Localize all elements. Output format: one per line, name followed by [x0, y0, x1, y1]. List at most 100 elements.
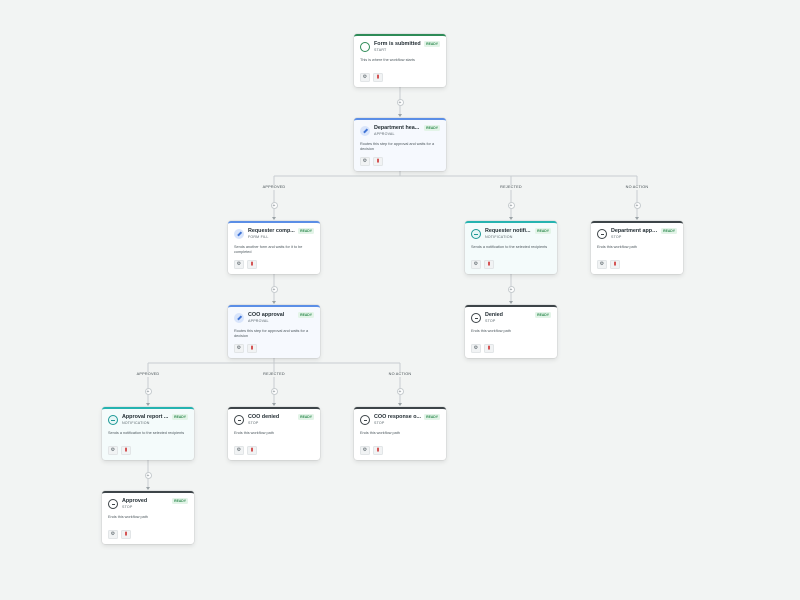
gear-icon[interactable]: ⚙ [360, 157, 370, 166]
step-header: COO approval APPROVAL READY [234, 312, 314, 326]
step-type: APPROVAL [248, 318, 269, 323]
step-type: STOP [485, 318, 496, 323]
step-header: Department hea... APPROVAL READY [360, 125, 440, 139]
bell-icon [471, 229, 481, 239]
workflow-step-card[interactable]: Form is submitted START READY This is wh… [354, 34, 446, 87]
gear-icon[interactable]: ⚙ [108, 446, 118, 455]
add-step-button[interactable]: + [270, 285, 278, 293]
trash-icon[interactable]: ▮ [121, 446, 131, 455]
arrow-down-icon [635, 217, 639, 220]
workflow-step-card[interactable]: Denied STOP READY Ends this workflow pat… [465, 305, 557, 358]
step-type: FORM FILL [248, 234, 269, 239]
stop-circle-icon [597, 229, 607, 239]
trash-icon[interactable]: ▮ [121, 530, 131, 539]
step-titles: Denied STOP [485, 312, 532, 323]
workflow-step-card[interactable]: COO denied STOP READY Ends this workflow… [228, 407, 320, 460]
step-title: Department appr... [611, 228, 659, 234]
step-description: Ends this workflow path [597, 245, 637, 249]
stop-circle-icon [360, 415, 370, 425]
circle-outline-icon [360, 42, 370, 52]
status-badge: READY [535, 228, 551, 234]
step-description: Ends this workflow path [360, 431, 400, 435]
trash-icon[interactable]: ▮ [247, 446, 257, 455]
step-actions: ⚙ ▮ [471, 260, 494, 269]
trash-icon[interactable]: ▮ [247, 260, 257, 269]
add-step-button[interactable]: + [507, 201, 515, 209]
step-description: Ends this workflow path [108, 515, 148, 519]
step-title: COO response o... [374, 414, 422, 420]
add-step-button[interactable]: + [144, 387, 152, 395]
arrow-down-icon [398, 114, 402, 117]
workflow-step-card[interactable]: Approved STOP READY Ends this workflow p… [102, 491, 194, 544]
add-step-button[interactable]: + [270, 201, 278, 209]
step-header: COO denied STOP READY [234, 414, 314, 428]
status-badge: READY [298, 228, 314, 234]
gear-icon[interactable]: ⚙ [471, 260, 481, 269]
workflow-step-card[interactable]: COO approval APPROVAL READY Routes this … [228, 305, 320, 358]
trash-icon[interactable]: ▮ [373, 73, 383, 82]
gear-icon[interactable]: ⚙ [234, 446, 244, 455]
status-badge: READY [298, 414, 314, 420]
step-titles: Requester comp... FORM FILL [248, 228, 295, 239]
step-type: START [374, 47, 387, 52]
step-actions: ⚙ ▮ [234, 344, 257, 353]
trash-icon[interactable]: ▮ [373, 446, 383, 455]
trash-icon[interactable]: ▮ [610, 260, 620, 269]
step-actions: ⚙ ▮ [234, 446, 257, 455]
step-actions: ⚙ ▮ [471, 344, 494, 353]
pencil-icon [234, 229, 244, 239]
stop-circle-icon [471, 313, 481, 323]
trash-icon[interactable]: ▮ [484, 344, 494, 353]
status-badge: READY [172, 498, 188, 504]
workflow-canvas[interactable]: APPROVED REJECTED NO ACTION APPROVED REJECTE… [0, 0, 800, 600]
step-titles: Department appr... STOP [611, 228, 658, 239]
gear-icon[interactable]: ⚙ [597, 260, 607, 269]
add-step-button[interactable]: + [507, 285, 515, 293]
trash-icon[interactable]: ▮ [247, 344, 257, 353]
step-type: NOTIFICATION [122, 420, 150, 425]
add-step-button[interactable]: + [396, 98, 404, 106]
step-type: NOTIFICATION [485, 234, 513, 239]
status-badge: READY [535, 312, 551, 318]
workflow-step-card[interactable]: Approval report ... NOTIFICATION READY S… [102, 407, 194, 460]
workflow-step-card[interactable]: Department hea... APPROVAL READY Routes … [354, 118, 446, 171]
step-description: Sends a notification to the selected rec… [108, 431, 185, 435]
bell-icon [108, 415, 118, 425]
trash-icon[interactable]: ▮ [373, 157, 383, 166]
add-step-button[interactable]: + [396, 387, 404, 395]
step-header: Form is submitted START READY [360, 41, 440, 55]
arrow-down-icon [272, 217, 276, 220]
arrow-down-icon [398, 403, 402, 406]
add-step-button[interactable]: + [270, 387, 278, 395]
step-header: Department appr... STOP READY [597, 228, 677, 242]
stop-circle-icon [108, 499, 118, 509]
add-step-button[interactable]: + [144, 471, 152, 479]
step-actions: ⚙ ▮ [108, 446, 131, 455]
gear-icon[interactable]: ⚙ [360, 73, 370, 82]
step-description: Sends another form and waits for it to b… [234, 245, 303, 255]
workflow-step-card[interactable]: Requester comp... FORM FILL READY Sends … [228, 221, 320, 274]
trash-icon[interactable]: ▮ [484, 260, 494, 269]
workflow-step-card[interactable]: Department appr... STOP READY Ends this … [591, 221, 683, 274]
step-actions: ⚙ ▮ [360, 446, 383, 455]
step-description: This is where the workflow starts [360, 58, 415, 62]
workflow-step-card[interactable]: COO response o... STOP READY Ends this w… [354, 407, 446, 460]
status-badge: READY [661, 228, 677, 234]
status-badge: READY [172, 414, 188, 420]
step-titles: Form is submitted START [374, 41, 421, 52]
step-titles: COO denied STOP [248, 414, 295, 425]
step-title: Department hea... [374, 125, 420, 131]
step-titles: Approved STOP [122, 498, 169, 509]
step-actions: ⚙ ▮ [234, 260, 257, 269]
gear-icon[interactable]: ⚙ [108, 530, 118, 539]
branch-label-no-action: NO ACTION [386, 371, 414, 377]
step-header: Requester comp... FORM FILL READY [234, 228, 314, 242]
add-step-button[interactable]: + [633, 201, 641, 209]
gear-icon[interactable]: ⚙ [360, 446, 370, 455]
status-badge: READY [424, 41, 440, 47]
gear-icon[interactable]: ⚙ [234, 344, 244, 353]
gear-icon[interactable]: ⚙ [471, 344, 481, 353]
step-type: STOP [374, 420, 385, 425]
workflow-step-card[interactable]: Requester notifi... NOTIFICATION READY S… [465, 221, 557, 274]
gear-icon[interactable]: ⚙ [234, 260, 244, 269]
